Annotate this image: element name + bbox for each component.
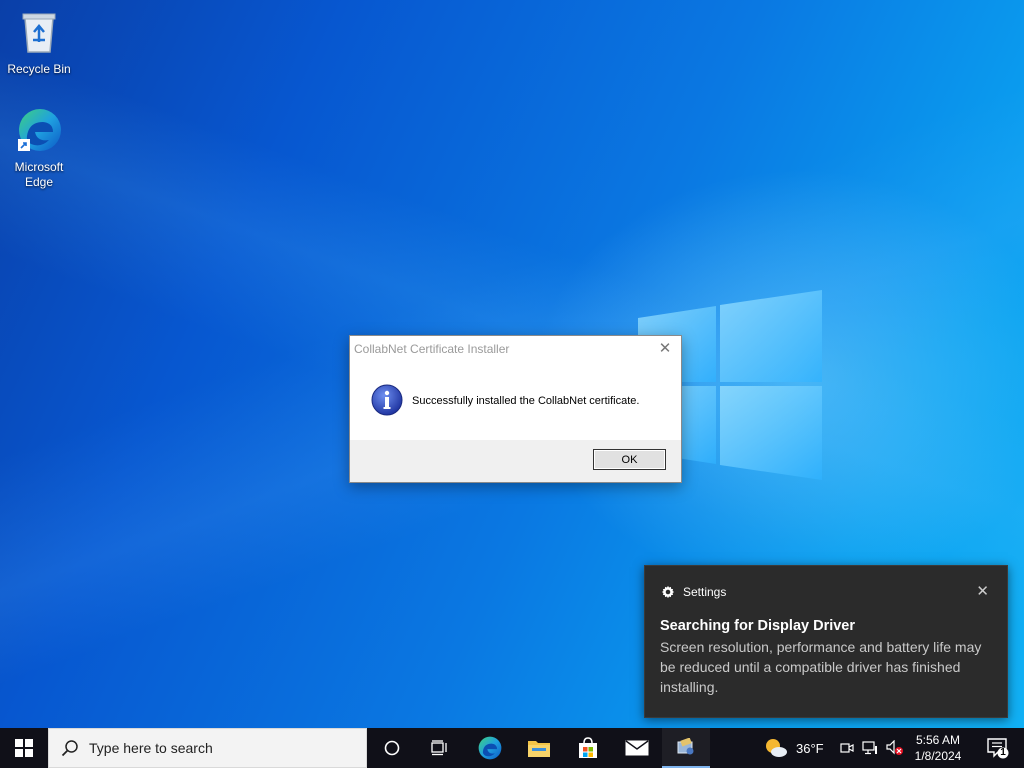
clock-date: 1/8/2024 xyxy=(914,749,962,763)
info-icon xyxy=(371,384,403,416)
action-center-button[interactable]: 1 xyxy=(986,737,1010,759)
edge-icon xyxy=(478,736,502,760)
taskbar-mail-button[interactable] xyxy=(613,728,661,768)
toast-app-name: Settings xyxy=(683,585,727,599)
dialog-message: Successfully installed the CollabNet cer… xyxy=(412,395,640,407)
cortana-button[interactable] xyxy=(368,728,416,768)
notification-count-badge: 1 xyxy=(1000,747,1006,758)
ok-button[interactable]: OK xyxy=(593,449,666,470)
taskbar-file-explorer-button[interactable] xyxy=(515,728,563,768)
desktop-icon-microsoft-edge[interactable]: Microsoft Edge xyxy=(2,106,76,190)
task-view-button[interactable] xyxy=(416,728,464,768)
weather-partly-cloudy-icon xyxy=(766,739,787,757)
desktop-icon-recycle-bin[interactable]: Recycle Bin xyxy=(2,8,76,77)
taskbar: Type here to search 36°F 5:56 AM 1/8/202… xyxy=(0,728,1024,768)
taskbar-store-button[interactable] xyxy=(564,728,612,768)
installer-app-icon xyxy=(677,738,694,755)
search-placeholder: Type here to search xyxy=(89,740,213,756)
taskbar-edge-button[interactable] xyxy=(466,728,514,768)
start-button[interactable] xyxy=(0,728,48,768)
windows-start-icon xyxy=(15,739,33,757)
dialog-close-button[interactable]: ✕ xyxy=(655,340,675,358)
store-icon xyxy=(579,737,597,758)
folder-icon xyxy=(528,741,550,757)
cortana-circle-icon xyxy=(384,740,400,756)
toast-body: Screen resolution, performance and batte… xyxy=(660,639,982,695)
dialog-title: CollabNet Certificate Installer xyxy=(354,342,510,356)
search-icon xyxy=(61,740,78,757)
desktop-icon-label: Microsoft Edge xyxy=(14,160,64,189)
weather-widget[interactable]: 36°F xyxy=(764,728,824,768)
system-tray-icons xyxy=(840,728,904,768)
desktop-icon-label: Recycle Bin xyxy=(7,62,71,76)
network-icon[interactable] xyxy=(862,741,878,755)
dialog-footer: OK xyxy=(350,440,681,482)
toast-title: Searching for Display Driver xyxy=(660,618,856,634)
toast-close-button[interactable]: ✕ xyxy=(976,582,989,600)
taskbar-search-box[interactable]: Type here to search xyxy=(48,728,367,768)
volume-muted-icon[interactable] xyxy=(886,740,904,756)
mail-icon xyxy=(625,740,649,756)
taskbar-clock[interactable]: 5:56 AM 1/8/2024 xyxy=(908,732,968,764)
weather-temperature: 36°F xyxy=(796,740,824,756)
task-view-icon xyxy=(431,740,447,756)
dialog-titlebar[interactable]: CollabNet Certificate Installer ✕ xyxy=(350,336,681,362)
taskbar-installer-app-button[interactable] xyxy=(662,728,710,768)
recycle-bin-icon xyxy=(22,13,56,53)
meet-now-icon[interactable] xyxy=(840,741,854,755)
gear-icon xyxy=(661,585,675,599)
dialog-body: Successfully installed the CollabNet cer… xyxy=(350,362,681,440)
toast-header: Settings xyxy=(661,585,726,599)
message-dialog: CollabNet Certificate Installer ✕ Succes… xyxy=(349,335,682,483)
edge-icon xyxy=(18,109,61,151)
clock-time: 5:56 AM xyxy=(915,733,961,747)
notification-toast[interactable]: Settings ✕ Searching for Display Driver … xyxy=(644,565,1008,718)
